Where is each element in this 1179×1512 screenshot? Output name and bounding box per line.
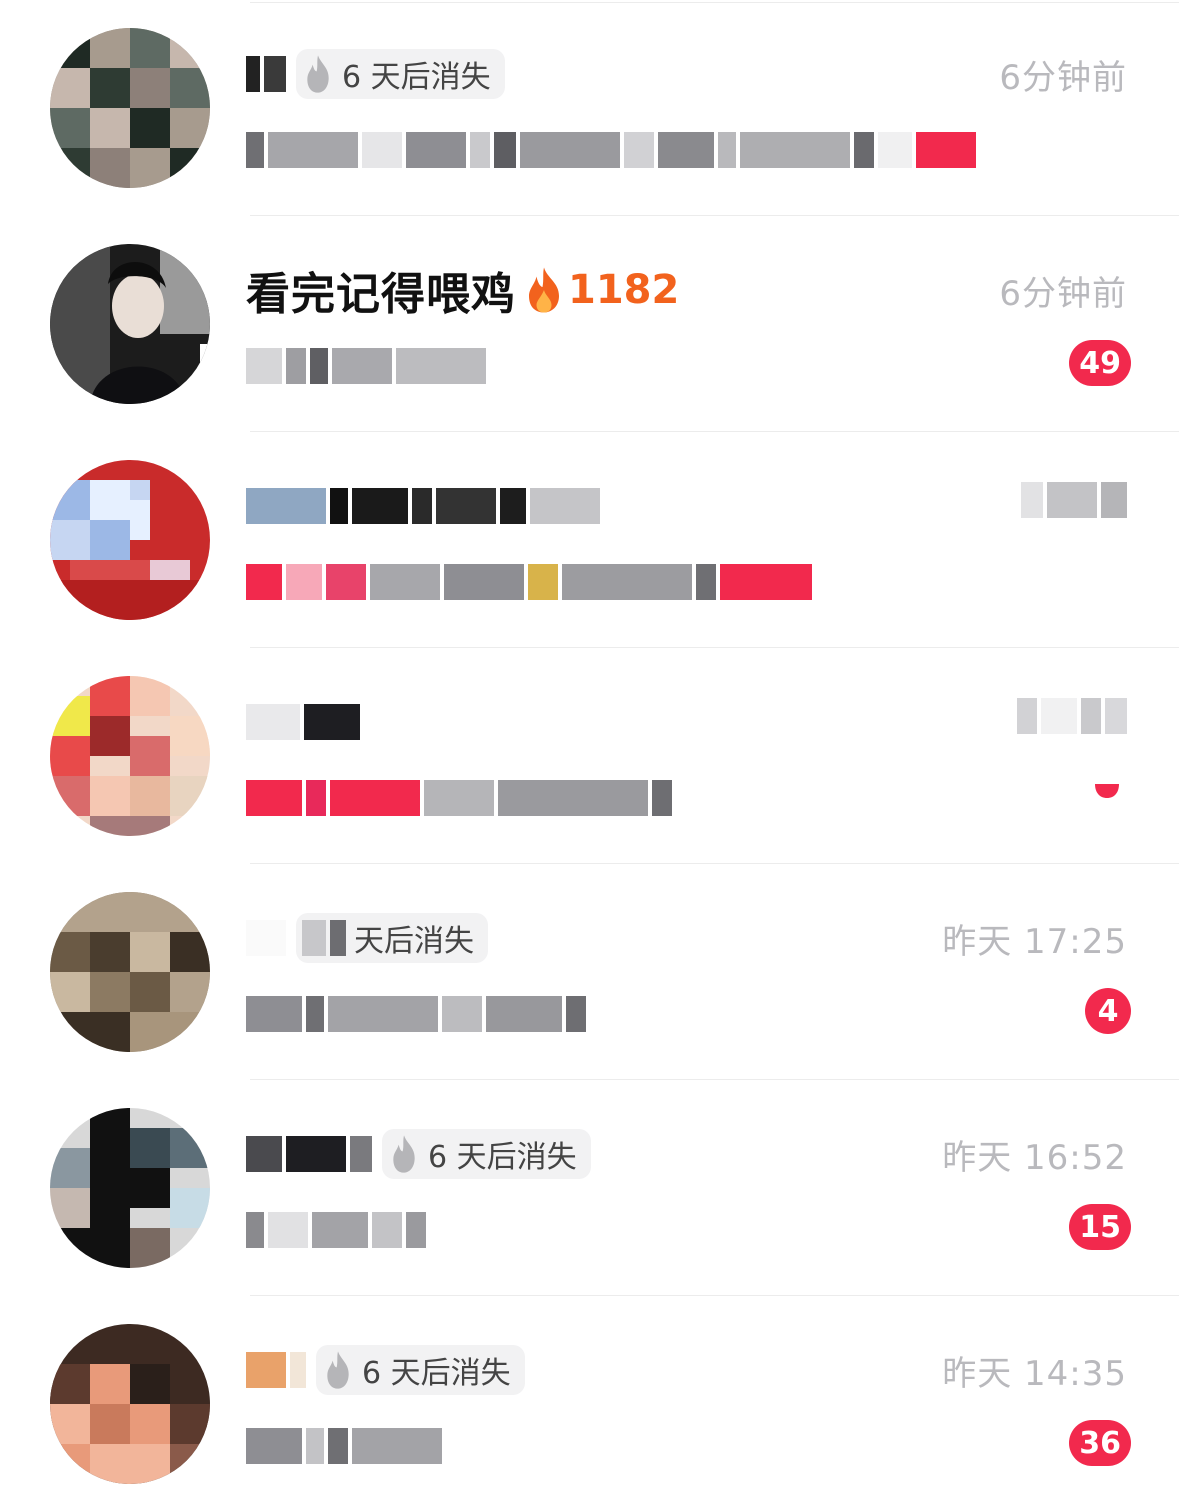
timestamp [1017,698,1127,743]
redacted-time [1017,698,1127,734]
name-line: 看完记得喂鸡 1182 [246,262,679,320]
fire-icon [529,267,559,313]
message-preview [246,1424,442,1468]
name-line: 天后消失 [246,910,488,966]
conversation-row[interactable] [0,432,1179,648]
timestamp: 昨天 16:52 [942,1138,1127,1178]
name-line: 6 天后消失 [246,1342,525,1398]
redacted-name [246,1352,306,1388]
message-preview [246,1208,426,1252]
vanish-chip: 天后消失 [296,913,488,963]
redacted-name [246,1136,372,1172]
avatar[interactable] [50,244,210,404]
redacted-name [246,56,286,92]
timestamp: 昨天 17:25 [942,922,1127,962]
redacted-preview [246,1212,426,1248]
redacted-preview [246,780,672,816]
vanish-label: 6 天后消失 [342,60,491,95]
redacted-preview [246,132,976,168]
conversation-row[interactable]: 6 天后消失 昨天 16:52 15 [0,1080,1179,1296]
avatar[interactable] [50,1108,210,1268]
redacted-preview [246,348,486,384]
conversation-row[interactable]: 看完记得喂鸡 1182 6分钟前 49 [0,216,1179,432]
vanish-label: 6 天后消失 [362,1356,511,1391]
message-preview [246,776,672,820]
name-line: 6 天后消失 [246,1126,591,1182]
unread-badge: 4 [1085,988,1131,1034]
flame-icon [307,55,329,93]
name-line [246,694,360,750]
avatar[interactable] [50,892,210,1052]
flame-icon [327,1351,349,1389]
message-preview [246,344,486,388]
unread-badge: 49 [1069,340,1131,386]
streak-count: 1182 [568,267,680,313]
conversation-row[interactable]: 6 天后消失 6分钟前 [0,0,1179,216]
avatar[interactable] [50,676,210,836]
unread-badge: 15 [1069,1204,1131,1250]
redacted-time [1021,482,1127,518]
streak-badge: 1182 [526,266,679,314]
message-preview [246,128,976,172]
conversation-row[interactable]: 天后消失 昨天 17:25 4 [0,864,1179,1080]
conversation-row[interactable] [0,648,1179,864]
unread-badge: 36 [1069,1420,1131,1466]
avatar[interactable] [50,1324,210,1484]
redacted-flame [302,920,346,956]
contact-name: 看完记得喂鸡 [246,269,516,320]
redacted-name [246,704,360,740]
message-preview [246,560,812,604]
redacted-preview [246,564,812,600]
message-preview [246,992,586,1036]
avatar[interactable] [50,28,210,188]
flame-icon [393,1135,415,1173]
timestamp: 昨天 14:35 [942,1354,1127,1394]
conversation-row[interactable]: 6 天后消失 昨天 14:35 36 [0,1296,1179,1512]
vanish-label: 天后消失 [354,924,474,959]
redacted-name [246,920,286,956]
timestamp: 6分钟前 [999,274,1127,314]
vanish-chip: 6 天后消失 [316,1345,525,1395]
vanish-label: 6 天后消失 [428,1140,577,1175]
vanish-chip: 6 天后消失 [382,1129,591,1179]
timestamp: 6分钟前 [999,58,1127,98]
redacted-preview [246,1428,442,1464]
vanish-chip: 6 天后消失 [296,49,505,99]
avatar[interactable] [50,460,210,620]
timestamp [1021,482,1127,527]
name-line: 6 天后消失 [246,46,505,102]
redacted-preview [246,996,586,1032]
redacted-name [246,488,600,524]
conversation-list: 6 天后消失 6分钟前 看完记得喂鸡 1182 6分钟前 49 天后消失 昨天 … [0,0,1179,1512]
name-line [246,478,600,534]
unread-dot [1095,784,1119,804]
